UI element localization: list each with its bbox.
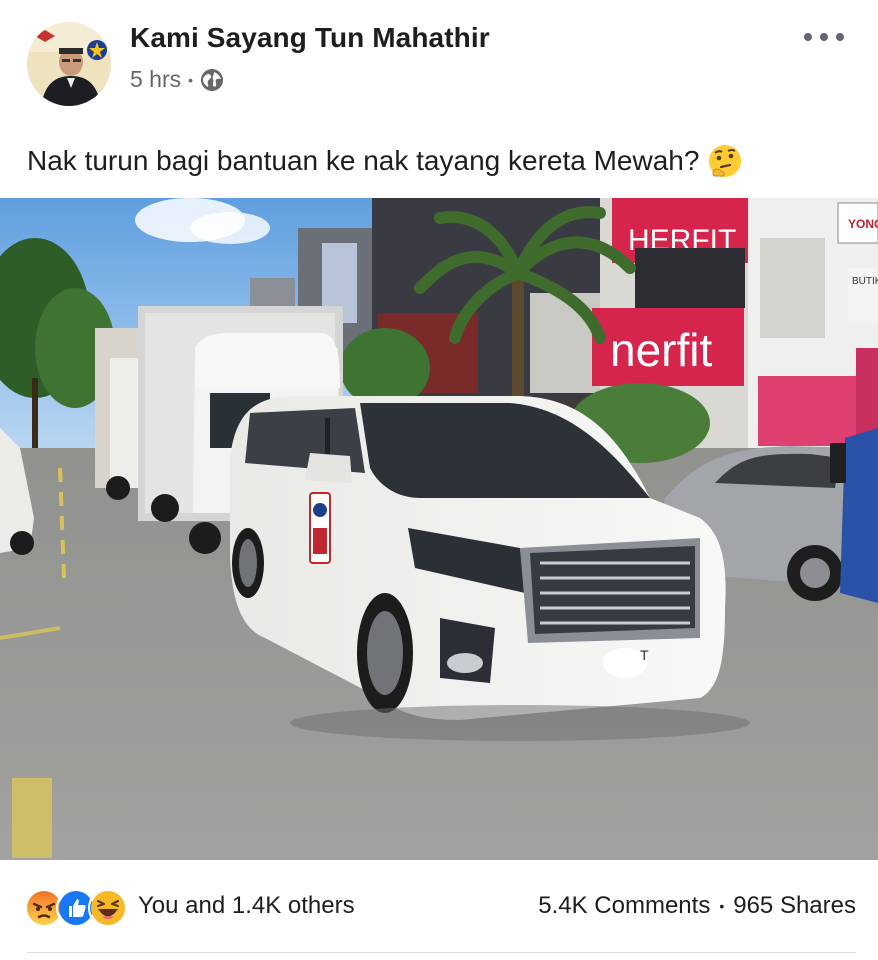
post-photo[interactable]: HERFIT nerfit YONG BUTIK bbox=[0, 198, 878, 860]
meta-separator: • bbox=[188, 71, 194, 88]
sign-butik: BUTIK bbox=[852, 276, 878, 287]
thinking-face-emoji bbox=[707, 143, 743, 179]
post-time[interactable]: 5 hrs bbox=[130, 66, 181, 93]
post-stats: 5.4K Comments • 965 Shares bbox=[538, 892, 856, 920]
photo-image: HERFIT nerfit YONG BUTIK bbox=[0, 198, 878, 860]
more-dot bbox=[836, 33, 844, 41]
more-dot bbox=[804, 33, 812, 41]
divider bbox=[27, 952, 856, 953]
avatar-image bbox=[27, 22, 111, 106]
post-header: Kami Sayang Tun Mahathir 5 hrs • bbox=[0, 0, 878, 130]
globe-icon[interactable] bbox=[200, 68, 224, 92]
haha-emoji bbox=[88, 888, 128, 928]
page-avatar[interactable] bbox=[27, 22, 111, 106]
page-name[interactable]: Kami Sayang Tun Mahathir bbox=[130, 22, 490, 54]
more-dot bbox=[820, 33, 828, 41]
post-text: Nak turun bagi bantuan ke nak tayang ker… bbox=[27, 143, 743, 179]
reaction-summary[interactable]: You and 1.4K others bbox=[138, 892, 355, 920]
plate-text: T bbox=[640, 647, 649, 663]
stats-separator: • bbox=[719, 898, 725, 914]
comments-count[interactable]: 5.4K Comments bbox=[538, 892, 710, 920]
post-meta: 5 hrs • bbox=[130, 66, 224, 93]
post-text-content: Nak turun bagi bantuan ke nak tayang ker… bbox=[27, 145, 700, 176]
shares-count[interactable]: 965 Shares bbox=[733, 892, 856, 920]
sign-nerfit: nerfit bbox=[610, 324, 712, 376]
reaction-icons[interactable] bbox=[24, 888, 128, 928]
sign-yong: YONG bbox=[848, 217, 878, 231]
more-options-button[interactable] bbox=[804, 26, 844, 48]
